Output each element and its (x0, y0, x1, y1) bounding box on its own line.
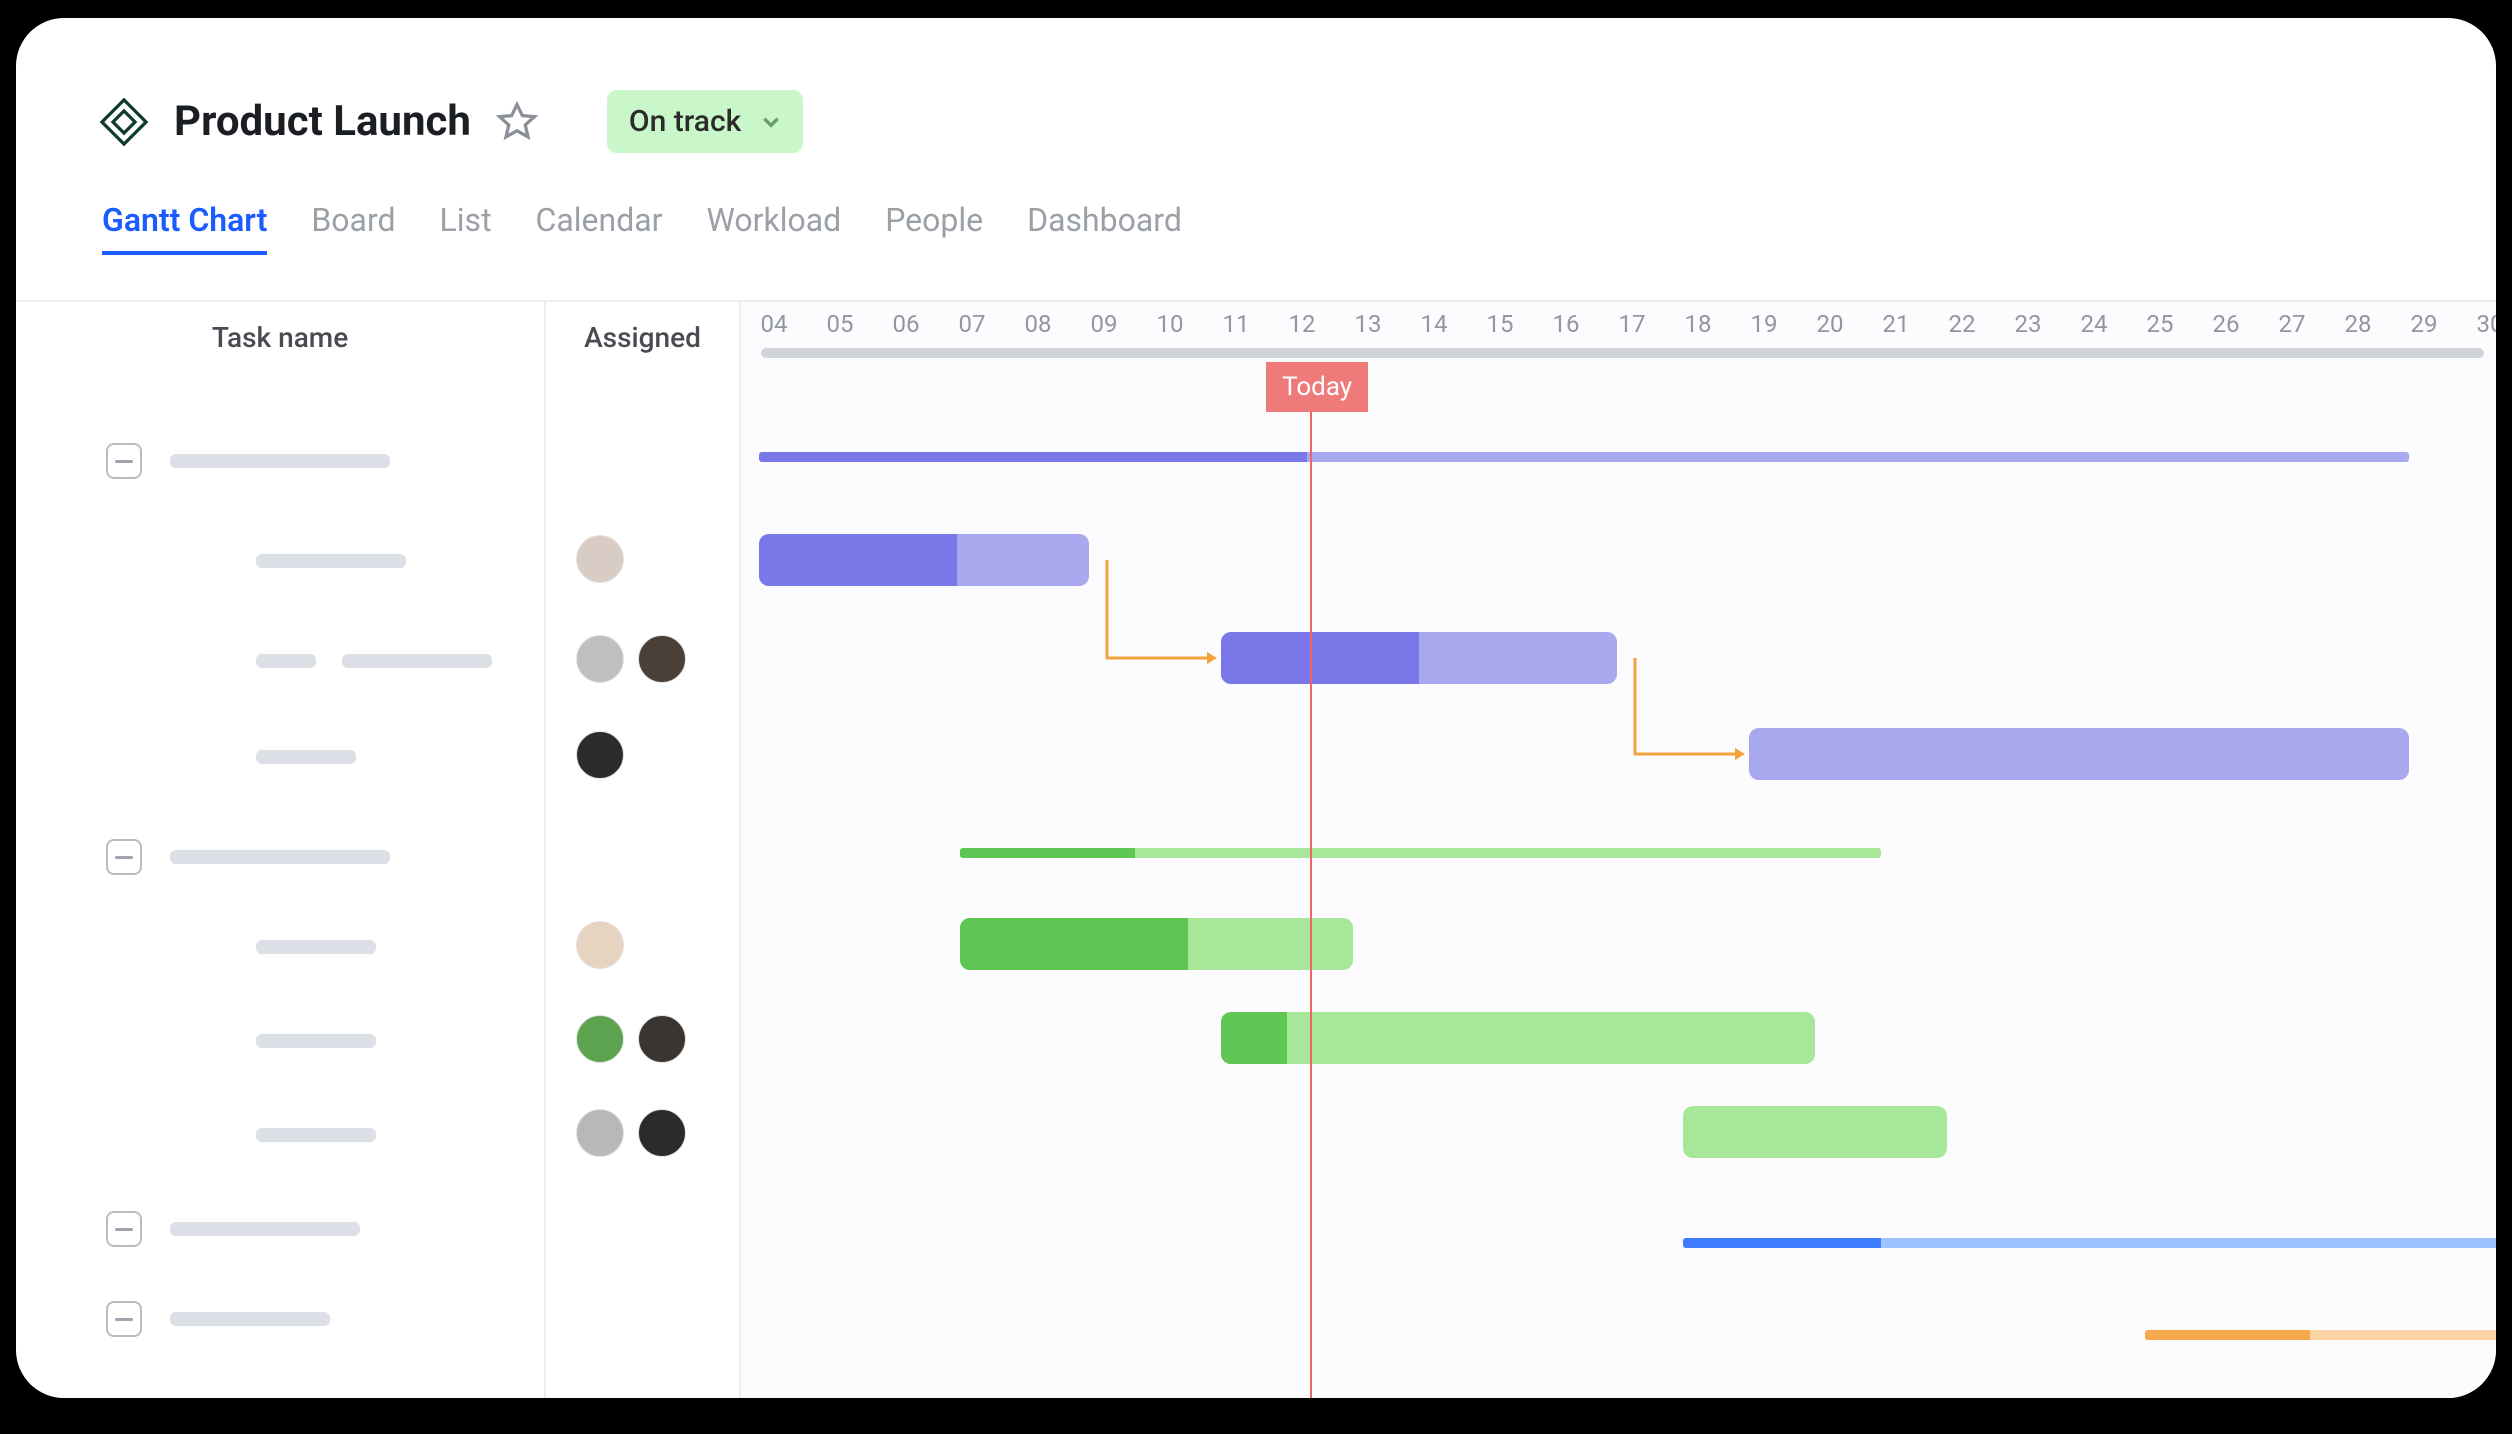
avatar[interactable] (576, 635, 624, 683)
view-tabs: Gantt Chart Board List Calendar Workload… (16, 153, 2496, 255)
favorite-star-button[interactable] (495, 100, 539, 144)
day-cell: 14 (1401, 302, 1467, 348)
avatar[interactable] (638, 635, 686, 683)
column-header-task-name: Task name (16, 302, 544, 372)
task-name-placeholder (256, 1128, 376, 1142)
project-icon (98, 96, 150, 148)
gantt-task-bar[interactable] (1683, 1106, 1947, 1158)
gantt-task-bar[interactable] (759, 534, 1089, 586)
day-cell: 18 (1665, 302, 1731, 348)
collapse-toggle[interactable] (106, 839, 142, 875)
group-summary-bar (759, 452, 2409, 462)
collapse-toggle[interactable] (106, 1301, 142, 1337)
today-marker: Today (1266, 362, 1368, 412)
day-cell: 19 (1731, 302, 1797, 348)
task-row[interactable] (16, 512, 2496, 610)
task-name-placeholder (170, 850, 390, 864)
group-row[interactable] (16, 1270, 2496, 1368)
task-name-placeholder (170, 454, 390, 468)
avatar[interactable] (638, 1109, 686, 1157)
tab-workload[interactable]: Workload (706, 201, 841, 255)
task-row[interactable] (16, 1086, 2496, 1184)
group-summary-bar (1683, 1238, 2496, 1248)
timeline-day-header: 0405060708091011121314151617181920212223… (741, 302, 2496, 348)
day-cell: 10 (1137, 302, 1203, 348)
tab-list[interactable]: List (440, 201, 492, 255)
gantt-task-bar[interactable] (1221, 632, 1617, 684)
day-cell: 27 (2259, 302, 2325, 348)
avatar[interactable] (576, 921, 624, 969)
gantt-task-bar[interactable] (1749, 728, 2409, 780)
task-name-placeholder (256, 940, 376, 954)
project-title: Product Launch (174, 97, 471, 146)
avatar[interactable] (576, 1015, 624, 1063)
column-header-assigned: Assigned (546, 302, 739, 372)
day-cell: 07 (939, 302, 1005, 348)
avatar[interactable] (576, 535, 624, 583)
task-name-placeholder (170, 1312, 330, 1326)
day-cell: 08 (1005, 302, 1071, 348)
collapse-toggle[interactable] (106, 443, 142, 479)
collapse-toggle[interactable] (106, 1211, 142, 1247)
app-window: Product Launch On track Gantt Chart Boar… (16, 18, 2496, 1398)
task-name-placeholder (170, 1222, 360, 1236)
day-cell: 22 (1929, 302, 1995, 348)
today-line (1310, 362, 1312, 1398)
day-cell: 30 (2457, 302, 2496, 348)
tab-people[interactable]: People (885, 201, 983, 255)
task-name-placeholder (256, 750, 356, 764)
group-summary-bar (960, 848, 1881, 858)
day-cell: 13 (1335, 302, 1401, 348)
day-cell: 24 (2061, 302, 2127, 348)
group-summary-bar (2145, 1330, 2496, 1340)
day-cell: 29 (2391, 302, 2457, 348)
task-name-placeholder (342, 654, 492, 668)
avatar[interactable] (576, 731, 624, 779)
day-cell: 05 (807, 302, 873, 348)
tab-board[interactable]: Board (311, 201, 395, 255)
tab-gantt-chart[interactable]: Gantt Chart (102, 201, 267, 255)
day-cell: 23 (1995, 302, 2061, 348)
status-dropdown[interactable]: On track (607, 90, 803, 153)
avatar[interactable] (576, 1109, 624, 1157)
day-cell: 09 (1071, 302, 1137, 348)
day-cell: 11 (1203, 302, 1269, 348)
task-name-placeholder (256, 554, 406, 568)
gantt-task-bar[interactable] (960, 918, 1353, 970)
day-cell: 17 (1599, 302, 1665, 348)
day-cell: 06 (873, 302, 939, 348)
day-cell: 12 (1269, 302, 1335, 348)
task-name-placeholder (256, 654, 316, 668)
day-cell: 26 (2193, 302, 2259, 348)
day-cell: 04 (741, 302, 807, 348)
avatar[interactable] (638, 1015, 686, 1063)
chevron-down-icon (761, 112, 781, 132)
day-cell: 16 (1533, 302, 1599, 348)
day-cell: 20 (1797, 302, 1863, 348)
day-cell: 21 (1863, 302, 1929, 348)
project-header: Product Launch On track (16, 18, 2496, 153)
tab-dashboard[interactable]: Dashboard (1027, 201, 1182, 255)
day-cell: 25 (2127, 302, 2193, 348)
tab-calendar[interactable]: Calendar (536, 201, 663, 255)
gantt-grid: Task name Assigned 040506070809101112131… (16, 300, 2496, 1398)
day-cell: 15 (1467, 302, 1533, 348)
day-cell: 28 (2325, 302, 2391, 348)
task-name-placeholder (256, 1034, 376, 1048)
timeline-strip (761, 348, 2484, 358)
status-label: On track (629, 104, 741, 139)
group-row[interactable] (16, 1180, 2496, 1278)
